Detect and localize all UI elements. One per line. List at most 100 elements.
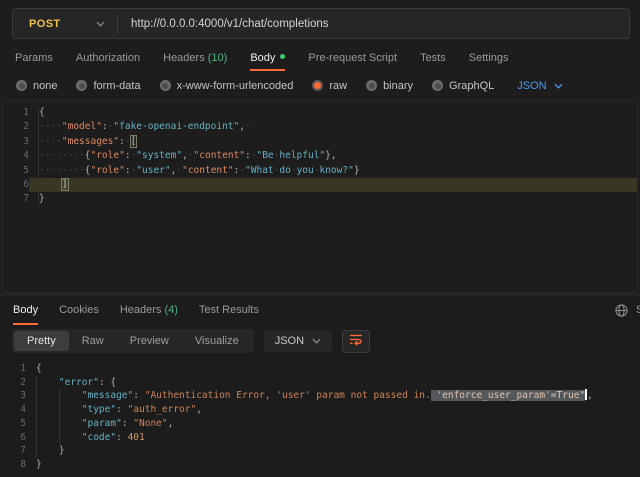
code-token: "model": [62, 121, 102, 132]
code-line-content: ····"model":·"fake-openai-endpoint",·: [29, 120, 637, 134]
tab-headers[interactable]: Headers (4): [120, 296, 178, 325]
code-token: "user": [136, 165, 170, 176]
body-type-x-www-form-urlencoded[interactable]: x-www-form-urlencoded: [160, 80, 294, 92]
code-token: ,: [196, 404, 202, 415]
tab-label: Params: [15, 52, 53, 64]
tab-label: Cookies: [59, 304, 99, 316]
body-type-form-data[interactable]: form-data: [76, 80, 140, 92]
response-view-switcher: PrettyRawPreviewVisualize: [12, 329, 254, 353]
view-visualize-button[interactable]: Visualize: [182, 331, 252, 351]
radio-label: form-data: [93, 80, 140, 92]
tab-label: Test Results: [199, 304, 259, 316]
request-language-dropdown[interactable]: JSON: [517, 80, 562, 92]
body-type-options: none form-data x-www-form-urlencoded raw bin…: [0, 71, 640, 100]
tab-body[interactable]: Body: [250, 48, 285, 71]
code-line[interactable]: 4········{"role":·"system",·"content":·"…: [3, 149, 637, 163]
code-token: know?": [319, 165, 353, 176]
radio-label: raw: [329, 80, 347, 92]
code-line[interactable]: 1{: [3, 106, 637, 120]
code-line-content: ····]: [29, 178, 637, 192]
code-token: ,: [587, 390, 593, 401]
code-token: {: [110, 377, 116, 388]
method-dropdown[interactable]: POST: [13, 18, 117, 30]
indent-guide: [36, 444, 37, 458]
line-number: 3: [0, 389, 26, 403]
code-token: ·: [125, 136, 131, 147]
code-token: {: [36, 363, 42, 374]
code-token: }: [39, 193, 45, 204]
line-number: 7: [0, 444, 26, 458]
response-editor-lines: 1{2 "error": {3 "message": "Authenticati…: [0, 362, 640, 472]
response-language-label: JSON: [275, 335, 304, 347]
code-token: [36, 377, 59, 388]
code-token: "Authentication Error, 'user' param not …: [145, 390, 431, 401]
code-line[interactable]: 5········{"role":·"user",·"content":·"Wh…: [3, 164, 637, 178]
code-token: "message": [82, 390, 133, 401]
code-line-content: ········{"role":·"user",·"content":·"Wha…: [29, 164, 637, 178]
tab-authorization[interactable]: Authorization: [76, 48, 140, 71]
tab-settings[interactable]: Settings: [469, 48, 509, 71]
code-token: [36, 445, 59, 456]
view-raw-button[interactable]: Raw: [69, 331, 117, 351]
radio-icon: [366, 80, 377, 91]
code-line[interactable]: 4 "type": "auth_error",: [0, 403, 640, 417]
tab-test-results[interactable]: Test Results: [199, 296, 259, 325]
code-line[interactable]: 6 "code": 401: [0, 431, 640, 445]
code-token: ····: [39, 136, 62, 147]
url-field[interactable]: http://0.0.0.0:4000/v1/chat/completions: [118, 18, 329, 30]
tab-count-badge: (10): [205, 52, 228, 64]
code-token: "error": [59, 377, 99, 388]
view-pretty-button[interactable]: Pretty: [14, 331, 69, 351]
tab-cookies[interactable]: Cookies: [59, 296, 99, 325]
code-line[interactable]: 8}: [0, 458, 640, 472]
code-token: "auth_error": [128, 404, 197, 415]
tab-label: Settings: [469, 52, 509, 64]
indent-guide: [36, 417, 37, 431]
body-type-binary[interactable]: binary: [366, 80, 413, 92]
tab-pre-request-script[interactable]: Pre-request Script: [308, 48, 397, 71]
indent-guide: [59, 417, 60, 431]
line-number: 8: [0, 458, 26, 472]
tab-params[interactable]: Params: [15, 48, 53, 71]
request-body-editor[interactable]: 1{2····"model":·"fake-openai-endpoint",·…: [2, 100, 638, 293]
code-line[interactable]: 2····"model":·"fake-openai-endpoint",·: [3, 120, 637, 134]
code-token: ········: [39, 150, 85, 161]
code-token: }: [354, 165, 360, 176]
body-type-none[interactable]: none: [16, 80, 57, 92]
wrap-lines-button[interactable]: [342, 330, 370, 353]
line-number: 1: [0, 362, 26, 376]
code-token: "role": [91, 165, 125, 176]
code-line[interactable]: 6····]: [3, 178, 637, 192]
response-body-editor[interactable]: 1{2 "error": {3 "message": "Authenticati…: [0, 357, 640, 472]
code-line[interactable]: 2 "error": {: [0, 376, 640, 390]
view-preview-button[interactable]: Preview: [117, 331, 182, 351]
indent-guide: [59, 389, 60, 403]
tab-label: Authorization: [76, 52, 140, 64]
chevron-down-icon: [312, 338, 321, 344]
selected-text: 'enforce_user_param'=True": [431, 390, 585, 401]
tab-headers[interactable]: Headers (10): [163, 48, 227, 71]
code-token: ·: [245, 121, 251, 132]
code-line[interactable]: 7}: [3, 192, 637, 206]
line-number: 2: [3, 120, 29, 134]
tab-tests[interactable]: Tests: [420, 48, 446, 71]
code-line[interactable]: 3····"messages":·[: [3, 135, 637, 149]
body-type-graphql[interactable]: GraphQL: [432, 80, 494, 92]
code-line[interactable]: 3 "message": "Authentication Error, 'use…: [0, 389, 640, 403]
code-token: "type": [82, 404, 116, 415]
code-token: "What: [245, 165, 274, 176]
code-token: "content": [182, 165, 233, 176]
code-token: ········: [39, 165, 85, 176]
code-token: "content": [194, 150, 245, 161]
code-line[interactable]: 1{: [0, 362, 640, 376]
line-number: 5: [3, 164, 29, 178]
code-line[interactable]: 5 "param": "None",: [0, 417, 640, 431]
code-line[interactable]: 7 }: [0, 444, 640, 458]
code-token: "None": [133, 418, 167, 429]
code-token: "role": [91, 150, 125, 161]
response-language-dropdown[interactable]: JSON: [264, 330, 332, 352]
indent-guide: [36, 403, 37, 417]
globe-icon[interactable]: [615, 304, 628, 317]
tab-body[interactable]: Body: [13, 296, 38, 325]
body-type-raw[interactable]: raw: [312, 80, 347, 92]
